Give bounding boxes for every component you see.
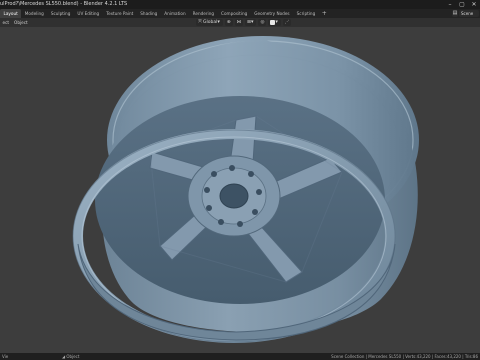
menu-object[interactable]: Object bbox=[12, 18, 31, 27]
tab-shading[interactable]: Shading bbox=[137, 9, 161, 18]
tab-scripting[interactable]: Scripting bbox=[293, 9, 319, 18]
dots-icon: ⋰ bbox=[284, 20, 290, 25]
chevron-down-icon: ▾ bbox=[250, 19, 254, 25]
proportional-icon: ◎ bbox=[260, 20, 265, 25]
tab-layout[interactable]: Layout bbox=[0, 9, 22, 18]
tab-compositing[interactable]: Compositing bbox=[218, 9, 251, 18]
transform-orientation-dropdown[interactable]: ⤧ Global ▾ bbox=[196, 19, 223, 26]
chevron-down-icon: ▾ bbox=[217, 19, 220, 25]
scene-icon[interactable]: ▤ bbox=[452, 10, 458, 17]
chevron-down-icon: ▾ bbox=[275, 19, 278, 25]
scene-stats: Scene Collection | Mercedes SL550 | Vert… bbox=[331, 354, 478, 359]
tab-modeling[interactable]: Modeling bbox=[21, 9, 47, 18]
3d-viewport[interactable] bbox=[0, 27, 480, 353]
viewport-header: ect Object ⤧ Global ▾ ⊛ ⋈ ⊞ ▾ ◎ ▾ ⋰ bbox=[0, 18, 480, 27]
scene-selector[interactable]: Scene bbox=[459, 10, 479, 17]
falloff-dropdown[interactable]: ▾ bbox=[268, 19, 281, 26]
orientation-icon: ⤧ bbox=[198, 19, 203, 25]
proportional-editing-toggle[interactable]: ◎ bbox=[258, 19, 267, 26]
orientation-label: Global bbox=[203, 20, 218, 25]
maximize-icon[interactable]: ▢ bbox=[456, 0, 468, 9]
tab-animation[interactable]: Animation bbox=[161, 9, 189, 18]
minimize-icon[interactable]: – bbox=[444, 0, 456, 9]
menu-select[interactable]: ect bbox=[0, 18, 12, 27]
snap-icon: ⋈ bbox=[236, 20, 242, 25]
status-left-object: Object bbox=[62, 353, 79, 360]
add-workspace-button[interactable]: + bbox=[319, 9, 330, 18]
tab-sculpting[interactable]: Sculpting bbox=[47, 9, 74, 18]
window-title: ulProd?\Mercedes SL550.blend) - Blender … bbox=[0, 1, 128, 7]
snap-toggle[interactable]: ⋈ bbox=[234, 19, 244, 26]
close-icon[interactable]: ✕ bbox=[468, 0, 480, 9]
tab-texture-paint[interactable]: Texture Paint bbox=[103, 9, 137, 18]
rim-model bbox=[72, 36, 419, 343]
tab-rendering[interactable]: Rendering bbox=[189, 9, 217, 18]
snap-target-dropdown[interactable]: ⊞ ▾ bbox=[245, 19, 257, 26]
status-left-view: Vie bbox=[2, 354, 9, 359]
title-bar: ulProd?\Mercedes SL550.blend) - Blender … bbox=[0, 0, 480, 9]
pivot-icon: ⊛ bbox=[226, 20, 231, 25]
status-bar: Vie Object Scene Collection | Mercedes S… bbox=[0, 353, 480, 360]
tab-geometry-nodes[interactable]: Geometry Nodes bbox=[251, 9, 293, 18]
more-options-button[interactable]: ⋰ bbox=[282, 19, 292, 26]
tab-uv-editing[interactable]: UV Editing bbox=[74, 9, 103, 18]
wheel-hub bbox=[187, 155, 281, 237]
pivot-point-button[interactable]: ⊛ bbox=[224, 19, 233, 26]
workspace-bar: Layout Modeling Sculpting UV Editing Tex… bbox=[0, 9, 480, 18]
